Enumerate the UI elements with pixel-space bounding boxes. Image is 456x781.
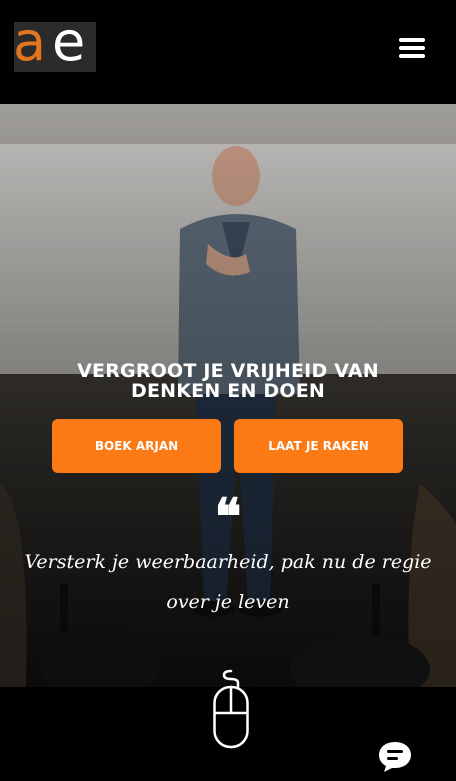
logo-letter-e: e [52, 10, 86, 73]
site-header: a e [0, 0, 456, 104]
hero-section: VERGROOT JE VRIJHEID VAN DENKEN EN DOEN … [0, 104, 456, 687]
hamburger-menu-icon[interactable] [395, 35, 429, 61]
boek-arjan-button[interactable]: BOEK ARJAN [52, 419, 221, 473]
menu-bar-top [399, 38, 425, 42]
quote-mark-icon: ❝ [214, 487, 242, 546]
ae-logo[interactable]: a e [13, 15, 96, 72]
laat-je-raken-button[interactable]: LAAT JE RAKEN [234, 419, 403, 473]
mouse-scroll-icon[interactable] [212, 669, 250, 751]
chat-bubble-icon[interactable] [376, 739, 414, 775]
menu-bar-bottom [399, 54, 425, 58]
menu-bar-middle [399, 46, 425, 50]
hero-quote: Versterk je weerbaarheid, pak nu de regi… [24, 551, 432, 613]
hero-title: VERGROOT JE VRIJHEID VAN DENKEN EN DOEN [77, 360, 379, 402]
logo-letter-a: a [13, 10, 46, 73]
